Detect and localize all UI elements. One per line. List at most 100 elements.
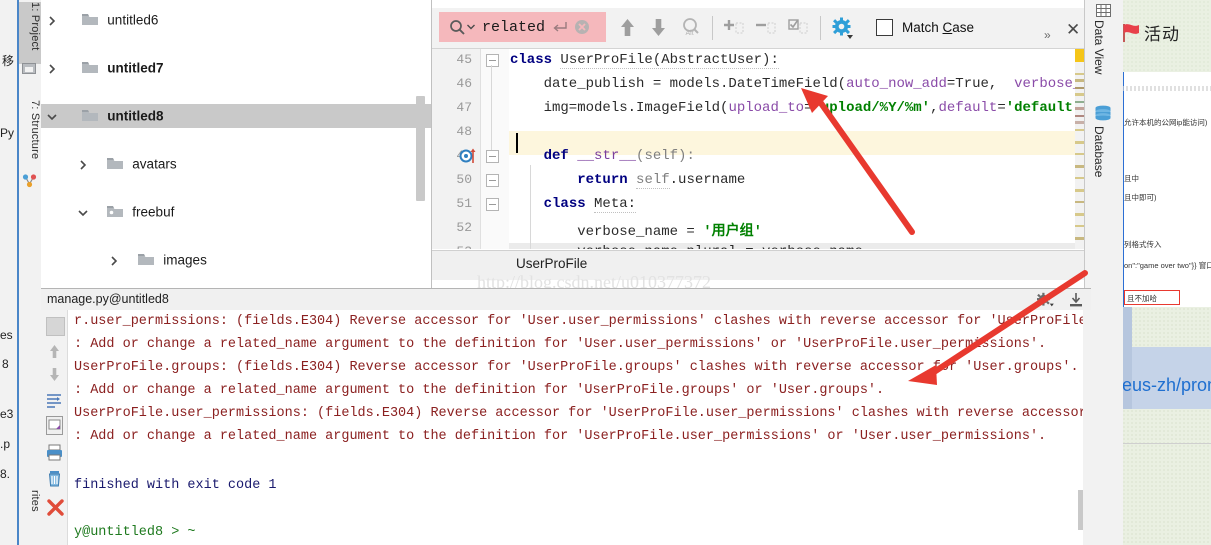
- select-all-occurrences-icon[interactable]: [788, 17, 810, 38]
- bg-text-line-0: 允许本机的公网ip能访问): [1124, 118, 1208, 127]
- code-line-45: class UserProFile(AbstractUser):: [510, 52, 779, 69]
- tree-row-untitled7[interactable]: untitled7: [41, 56, 431, 80]
- marker: [1075, 141, 1084, 144]
- tool-tab-structure[interactable]: 7: Structure: [19, 100, 41, 172]
- arrow-up-icon[interactable]: [618, 17, 637, 38]
- behind-text-6: 8.: [0, 467, 11, 481]
- rerun-icon[interactable]: [46, 317, 65, 336]
- tree-row-untitled8[interactable]: untitled8: [41, 104, 431, 128]
- code-line-50: return self.username: [577, 172, 746, 189]
- add-selection-icon[interactable]: [724, 17, 746, 38]
- folder-icon: [81, 110, 98, 121]
- marker-warning: [1075, 49, 1084, 62]
- marker: [1075, 121, 1084, 124]
- print-icon[interactable]: [46, 444, 63, 461]
- bg-band-green-1: [1122, 307, 1211, 347]
- gear-icon[interactable]: [832, 17, 854, 39]
- text-noise-strip: [1122, 86, 1211, 91]
- module-folder-icon: [106, 206, 123, 217]
- console-output[interactable]: r.user_permissions: (fields.E304) Revers…: [68, 310, 1091, 545]
- match-case-option[interactable]: Match Case: [876, 19, 974, 36]
- return-arrow-icon[interactable]: [553, 21, 567, 33]
- tree-label: untitled6: [107, 12, 159, 28]
- tree-row-avatars[interactable]: avatars: [41, 152, 431, 176]
- folder-icon: [137, 254, 154, 265]
- run-header: manage.py@untitled8: [41, 289, 1091, 311]
- tool-tab-project[interactable]: 1: Project: [19, 2, 41, 64]
- line-number: 48: [456, 124, 472, 139]
- chevron-down-icon[interactable]: [72, 200, 94, 224]
- line-number: 45: [456, 52, 472, 67]
- arrow-down-icon[interactable]: [649, 17, 668, 38]
- page-link[interactable]: eus-zh/prom: [1122, 375, 1211, 396]
- toolbar-separator: [712, 16, 713, 40]
- find-all-icon[interactable]: Alt: [680, 17, 701, 38]
- console-right-gutter: [1083, 310, 1091, 545]
- search-icon: [450, 19, 465, 35]
- tree-row-freebuf[interactable]: freebuf: [41, 200, 431, 224]
- tool-tab-favorites[interactable]: rites: [19, 490, 41, 538]
- tree-label: untitled7: [107, 60, 164, 76]
- bg-band-edge-1: [1122, 307, 1132, 347]
- remove-selection-icon[interactable]: [756, 17, 778, 38]
- marker: [1075, 165, 1084, 168]
- code-line-46: date_publish = models.DateTimeField(auto…: [510, 76, 1084, 92]
- close-icon[interactable]: ✕: [1066, 21, 1080, 38]
- folder-icon: [81, 62, 98, 73]
- left-rail-border: [17, 0, 19, 545]
- run-tool-strip: [41, 310, 68, 545]
- console-line-5: : Add or change a related_name argument …: [74, 429, 1047, 444]
- fold-toggle-icon[interactable]: [486, 150, 499, 163]
- scroll-down-icon[interactable]: [46, 366, 63, 383]
- marker: [1075, 101, 1084, 103]
- fold-toggle-icon[interactable]: [486, 174, 499, 187]
- gear-icon[interactable]: [1036, 292, 1054, 308]
- left-tool-rail: [0, 0, 18, 545]
- tree-scrollbar-thumb[interactable]: [416, 96, 425, 201]
- editor-tab-userprofile[interactable]: UserProFile: [516, 256, 587, 271]
- clear-circle-icon[interactable]: [574, 19, 590, 35]
- chevron-down-icon[interactable]: [41, 104, 63, 128]
- run-config-title: manage.py@untitled8: [47, 292, 169, 306]
- fold-toggle-icon[interactable]: [486, 198, 499, 211]
- marker: [1075, 225, 1084, 227]
- chevron-right-icon[interactable]: [103, 248, 125, 272]
- search-input[interactable]: related: [439, 12, 606, 42]
- red-flag-icon: [1123, 24, 1139, 42]
- match-case-checkbox[interactable]: [876, 19, 893, 36]
- stop-icon[interactable]: [46, 498, 65, 517]
- export-download-icon[interactable]: [1068, 292, 1084, 308]
- behind-text-1: Py: [0, 126, 15, 140]
- marker: [1075, 79, 1084, 82]
- console-line-exit-code: finished with exit code 1: [74, 478, 277, 493]
- fold-gutter[interactable]: [459, 49, 509, 249]
- tree-row-untitled6[interactable]: untitled6: [41, 8, 431, 32]
- database-icon: [1095, 105, 1111, 121]
- soft-wrap-icon[interactable]: [46, 392, 63, 409]
- code-area[interactable]: 45 46 47 48 49 50 51 52 53: [432, 49, 1084, 249]
- folder-icon: [106, 158, 123, 169]
- search-query-text: related: [482, 18, 546, 36]
- marker: [1075, 153, 1084, 155]
- project-tree-panel: untitled6 untitled7 untitled8 avatars fr…: [41, 0, 432, 289]
- chevron-right-icon[interactable]: [41, 56, 63, 80]
- line-number: 46: [456, 76, 472, 91]
- tool-tab-database[interactable]: Database: [1092, 126, 1106, 177]
- highlighted-note-box: 且不加哈: [1124, 290, 1180, 305]
- run-gutter-icon[interactable]: [459, 147, 479, 165]
- marker: [1075, 129, 1084, 131]
- print-preview-icon[interactable]: [46, 416, 63, 435]
- tree-row-images[interactable]: images: [41, 248, 431, 272]
- clear-all-icon[interactable]: [46, 470, 63, 487]
- more-options-icon[interactable]: »: [1044, 28, 1051, 42]
- chevron-down-icon[interactable]: [467, 24, 475, 30]
- fold-toggle-icon[interactable]: [486, 54, 499, 67]
- ide-window: 活动 允许本机的公网ip能访问) 且中 且中即可) 列格式传入 on":"gam…: [0, 0, 1211, 545]
- marker: [1075, 73, 1084, 75]
- editor-marker-bar[interactable]: [1075, 49, 1084, 249]
- chevron-right-icon[interactable]: [72, 152, 94, 176]
- tool-tab-data-view[interactable]: Data View: [1092, 20, 1106, 74]
- bg-text-line-1: 且中: [1124, 174, 1139, 183]
- scroll-up-icon[interactable]: [46, 343, 63, 360]
- chevron-right-icon[interactable]: [41, 8, 63, 32]
